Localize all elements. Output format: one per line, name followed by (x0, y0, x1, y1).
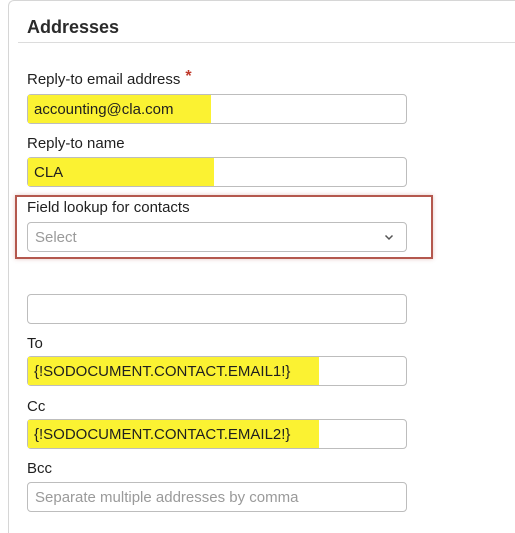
reply-to-email-value: accounting@cla.com (28, 95, 211, 123)
section-divider (18, 42, 515, 43)
field-lookup-placeholder: Select (35, 228, 77, 246)
reply-to-name-label: Reply-to name (27, 135, 125, 152)
cc-label: Cc (27, 398, 46, 415)
reply-to-name-value: CLA (28, 158, 214, 186)
cc-value: {!SODOCUMENT.CONTACT.EMAIL2!} (28, 420, 319, 448)
unlabeled-input-value (28, 295, 40, 323)
bcc-field[interactable]: Separate multiple addresses by comma (27, 482, 407, 512)
section-title: Addresses (27, 17, 120, 37)
bcc-label: Bcc (27, 460, 53, 477)
to-value: {!SODOCUMENT.CONTACT.EMAIL1!} (28, 357, 319, 385)
unlabeled-input[interactable] (27, 294, 407, 324)
reply-to-email-label: Reply-to email address * (27, 68, 192, 89)
field-lookup-label: Field lookup for contacts (27, 199, 190, 216)
cc-field[interactable]: {!SODOCUMENT.CONTACT.EMAIL2!} (27, 419, 407, 449)
chevron-down-icon (384, 234, 394, 241)
field-lookup-select[interactable]: Select (27, 222, 407, 252)
required-marker: * (185, 68, 192, 85)
reply-to-name-field[interactable]: CLA (27, 157, 407, 187)
to-label: To (27, 335, 43, 352)
bcc-placeholder: Separate multiple addresses by comma (35, 488, 299, 506)
reply-to-email-field[interactable]: accounting@cla.com (27, 94, 407, 124)
to-field[interactable]: {!SODOCUMENT.CONTACT.EMAIL1!} (27, 356, 407, 386)
reply-to-email-label-text: Reply-to email address (27, 71, 181, 88)
